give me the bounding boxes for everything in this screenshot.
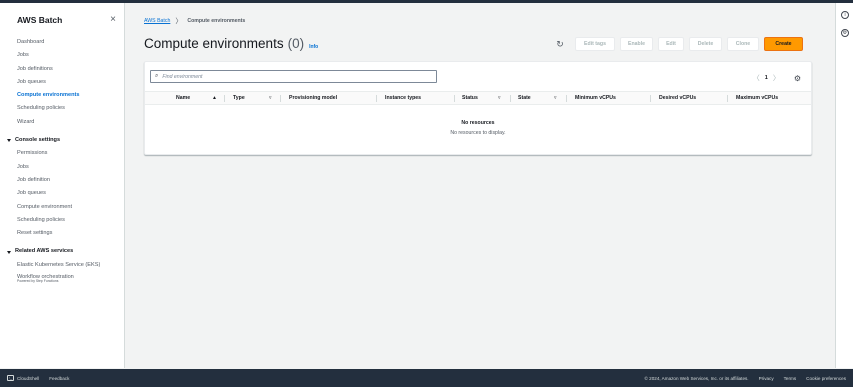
breadcrumb: AWS Batch 〉 Compute environments: [144, 16, 245, 26]
caret-down-icon: [7, 139, 11, 143]
column-header-desired-vcpus[interactable]: Desired vCPUs: [659, 95, 696, 101]
cloudshell-label: CloudShell: [17, 375, 40, 381]
gear-icon[interactable]: ⚙: [794, 74, 801, 83]
sidebar-item-settings-compute-environment[interactable]: Compute environment: [17, 201, 124, 214]
column-header-status[interactable]: Status: [462, 95, 478, 101]
resource-count: (0): [287, 36, 305, 51]
side-navigation: AWS Batch × Dashboard Jobs Job definitio…: [0, 3, 125, 368]
column-header-instance-types[interactable]: Instance types: [385, 95, 421, 101]
sidebar-header: AWS Batch ×: [0, 3, 124, 26]
page-number[interactable]: 1: [765, 75, 768, 81]
console-settings-section-toggle[interactable]: Console settings: [7, 134, 124, 147]
search-input[interactable]: ⌕ Find environment: [150, 70, 437, 83]
column-divider: [280, 95, 281, 102]
top-nav-strip: [0, 0, 853, 3]
sort-icon[interactable]: ▿: [269, 95, 272, 101]
empty-state-description: No resources to display.: [450, 130, 506, 136]
create-button[interactable]: Create: [764, 37, 803, 51]
column-divider: [566, 95, 567, 102]
column-divider: [510, 95, 511, 102]
copyright-text: © 2024, Amazon Web Services, Inc. or its…: [644, 375, 749, 381]
console-footer: ›_ CloudShell Feedback © 2024, Amazon We…: [0, 369, 853, 387]
search-icon: ⌕: [155, 73, 159, 79]
refresh-icon[interactable]: ↻: [555, 39, 565, 49]
empty-state: No resources No resources to display.: [145, 120, 811, 136]
sidebar-title[interactable]: AWS Batch: [17, 15, 62, 25]
related-services-title: Related AWS services: [15, 248, 74, 255]
info-icon[interactable]: i: [841, 11, 849, 19]
sidebar-item-wizard[interactable]: Wizard: [17, 116, 124, 129]
column-divider: [650, 95, 651, 102]
page-title: Compute environments: [144, 36, 284, 51]
column-header-maximum-vcpus[interactable]: Maximum vCPUs: [736, 95, 778, 101]
header-actions: ↻ Edit tags Enable Edit Delete Clone Cre…: [555, 37, 803, 51]
column-header-provisioning-model[interactable]: Provisioning model: [289, 95, 337, 101]
page-header: Compute environments (0) Info: [144, 36, 318, 51]
sidebar-item-job-definitions[interactable]: Job definitions: [17, 63, 124, 76]
sidebar-item-job-queues[interactable]: Job queues: [17, 76, 124, 89]
cloudshell-button[interactable]: ›_ CloudShell: [7, 375, 39, 381]
table-header: Name ▲ Type ▿ Provisioning model Instanc…: [145, 91, 811, 105]
column-divider: [376, 95, 377, 102]
sidebar-item-compute-environments[interactable]: Compute environments: [17, 89, 124, 102]
sidebar-item-settings-job-definition[interactable]: Job definition: [17, 174, 124, 187]
related-services-section-toggle[interactable]: Related AWS services: [7, 245, 124, 258]
sidebar-item-eks[interactable]: Elastic Kubernetes Service (EKS): [17, 259, 124, 272]
chevron-left-icon[interactable]: 〈: [753, 73, 760, 83]
sidebar-item-workflow-orchestration[interactable]: Workflow orchestration Powered by Step F…: [17, 272, 124, 290]
sidebar-main-list: Dashboard Jobs Job definitions Job queue…: [0, 36, 124, 290]
sidebar-item-scheduling-policies[interactable]: Scheduling policies: [17, 102, 124, 115]
breadcrumb-root-link[interactable]: AWS Batch: [144, 18, 170, 24]
sidebar-item-reset-settings[interactable]: Reset settings: [17, 227, 124, 240]
pagination: 〈 1 〉 ⚙: [748, 73, 801, 83]
column-divider: [454, 95, 455, 102]
column-divider: [224, 95, 225, 102]
column-header-minimum-vcpus[interactable]: Minimum vCPUs: [575, 95, 616, 101]
terms-link[interactable]: Terms: [784, 376, 797, 381]
empty-state-title: No resources: [461, 120, 495, 126]
edit-tags-button[interactable]: Edit tags: [575, 37, 615, 51]
clone-button[interactable]: Clone: [727, 37, 759, 51]
sidebar-item-settings-scheduling-policies[interactable]: Scheduling policies: [17, 214, 124, 227]
enable-button[interactable]: Enable: [620, 37, 653, 51]
close-icon[interactable]: ×: [110, 15, 116, 25]
sidebar-item-settings-jobs[interactable]: Jobs: [17, 161, 124, 174]
column-header-type[interactable]: Type: [233, 95, 245, 101]
chevron-right-icon[interactable]: 〉: [773, 73, 780, 83]
compute-environments-table: ⌕ Find environment 〈 1 〉 ⚙ Name ▲ Type ▿…: [144, 61, 812, 155]
delete-button[interactable]: Delete: [689, 37, 722, 51]
column-divider: [727, 95, 728, 102]
cookie-preferences-link[interactable]: Cookie preferences: [806, 376, 846, 381]
terminal-icon: ›_: [7, 375, 14, 381]
sort-icon[interactable]: ▿: [498, 95, 501, 101]
settings-icon[interactable]: ⚙: [841, 29, 849, 37]
column-header-name[interactable]: Name: [176, 95, 190, 101]
feedback-link[interactable]: Feedback: [49, 376, 69, 381]
caret-down-icon: [7, 250, 11, 254]
footer-right: © 2024, Amazon Web Services, Inc. or its…: [635, 376, 847, 381]
sort-icon[interactable]: ▿: [554, 95, 557, 101]
sort-ascending-icon[interactable]: ▲: [212, 95, 217, 101]
sidebar-item-permissions[interactable]: Permissions: [17, 147, 124, 160]
privacy-link[interactable]: Privacy: [759, 376, 774, 381]
column-header-state[interactable]: State: [518, 95, 531, 101]
breadcrumb-current: Compute environments: [187, 18, 246, 24]
right-utility-rail: i ⚙: [835, 3, 853, 368]
info-link[interactable]: Info: [309, 44, 318, 50]
sidebar-item-settings-job-queues[interactable]: Job queues: [17, 187, 124, 200]
edit-button[interactable]: Edit: [658, 37, 684, 51]
console-settings-title: Console settings: [15, 137, 61, 144]
chevron-right-icon: 〉: [175, 18, 183, 25]
sidebar-item-dashboard[interactable]: Dashboard: [17, 36, 124, 49]
search-placeholder: Find environment: [162, 73, 203, 80]
sidebar-item-jobs[interactable]: Jobs: [17, 49, 124, 62]
